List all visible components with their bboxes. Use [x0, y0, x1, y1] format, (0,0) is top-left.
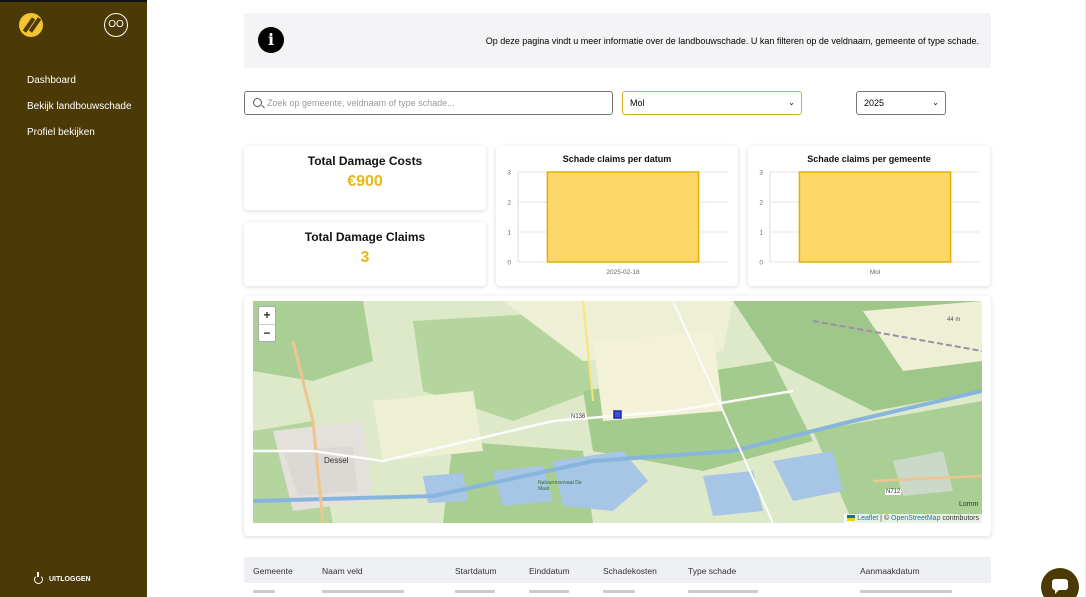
cell-placeholder [860, 590, 952, 593]
year-select-value: 2025 [864, 98, 885, 108]
total-claims-card: Total Damage Claims 3 [244, 222, 486, 286]
cell-placeholder [529, 590, 569, 593]
sidebar-nav: Dashboard Bekijk landbouwschade Profiel … [27, 75, 132, 153]
chevron-down-icon: ⌄ [788, 98, 795, 107]
cell-placeholder [603, 590, 635, 593]
chevron-down-icon: ⌄ [932, 98, 939, 107]
info-text: Op deze pagina vindt u meer informatie o… [485, 36, 979, 46]
map-label-dessel: Dessel [324, 456, 349, 465]
chart-svg: 0 1 2 3 Mol [759, 170, 980, 276]
total-costs-title: Total Damage Costs [307, 154, 423, 168]
y-tick-label: 2 [507, 200, 511, 207]
total-claims-value: 3 [360, 249, 370, 266]
cell-placeholder [455, 590, 495, 593]
chart-bar[interactable] [798, 171, 952, 263]
map-label-natuur: Natuurreservaat De Maat [538, 480, 582, 492]
column-header-startdatum[interactable]: Startdatum [455, 566, 497, 576]
map-label-peak: 44 m [947, 317, 961, 323]
y-tick-label: 3 [507, 170, 511, 177]
map-tiles [253, 301, 982, 523]
zoom-out-button[interactable]: − [259, 324, 275, 341]
gemeente-select-value: Mol [630, 98, 645, 108]
chat-button[interactable] [1041, 568, 1079, 597]
logout-label: UITLOGGEN [49, 576, 91, 583]
sidebar-item-profiel[interactable]: Profiel bekijken [27, 127, 132, 153]
column-header-gemeente[interactable]: Gemeente [253, 566, 293, 576]
leaflet-link[interactable]: Leaflet [857, 515, 878, 522]
column-header-aanmaakdatum[interactable]: Aanmaakdatum [860, 566, 920, 576]
chart-claims-per-datum: Schade claims per datum 0 1 2 3 2025-02-18 [496, 146, 738, 286]
search-input[interactable] [267, 95, 607, 111]
sidebar: OO Dashboard Bekijk landbouwschade Profi… [0, 0, 147, 597]
zoom-in-button[interactable]: + [259, 307, 275, 324]
app-logo[interactable] [19, 13, 43, 37]
search-icon [253, 98, 262, 107]
map-zoom-control: + − [258, 306, 276, 342]
total-costs-card: Total Damage Costs €900 [244, 146, 486, 210]
cell-placeholder [322, 590, 404, 593]
gemeente-select[interactable]: Mol ⌄ [622, 91, 802, 115]
column-header-naam-veld[interactable]: Naam veld [322, 566, 363, 576]
map-label-lommel: Lomm [959, 501, 979, 508]
column-header-schadekosten[interactable]: Schadekosten [603, 566, 657, 576]
column-header-einddatum[interactable]: Einddatum [529, 566, 570, 576]
map-card: + − Dessel N136 N712 Lomm 44 m Natuurres… [244, 296, 991, 536]
info-icon: i [258, 27, 284, 53]
cell-placeholder [253, 590, 275, 593]
search-field[interactable] [244, 91, 613, 115]
chart-claims-per-gemeente: Schade claims per gemeente 0 1 2 3 Mol [748, 146, 990, 286]
sidebar-item-landbouwschade[interactable]: Bekijk landbouwschade [27, 101, 132, 127]
cell-placeholder [688, 590, 758, 593]
x-tick-label: 2025-02-18 [606, 269, 640, 276]
map-label-n712: N712 [885, 489, 902, 495]
power-icon [34, 572, 43, 584]
table-row[interactable] [244, 590, 991, 597]
avatar[interactable]: OO [104, 13, 128, 37]
damage-table-header: Gemeente Naam veld Startdatum Einddatum … [244, 557, 991, 583]
y-tick-label: 3 [759, 170, 763, 177]
chart-svg: 0 1 2 3 2025-02-18 [507, 170, 728, 276]
total-costs-value: €900 [347, 173, 383, 190]
map-attribution: Leaflet | © OpenStreetMap contributors [844, 514, 982, 523]
y-tick-label: 1 [759, 230, 763, 237]
total-claims-title: Total Damage Claims [304, 230, 426, 244]
y-tick-label: 0 [759, 260, 763, 267]
column-header-type-schade[interactable]: Type schade [688, 566, 736, 576]
chart-bar[interactable] [546, 171, 700, 263]
ukraine-flag-icon [847, 515, 856, 521]
y-tick-label: 1 [507, 230, 511, 237]
y-tick-label: 0 [507, 260, 511, 267]
sidebar-item-dashboard[interactable]: Dashboard [27, 75, 132, 101]
logout-button[interactable]: UITLOGGEN [34, 572, 91, 584]
attribution-tail: contributors [940, 515, 979, 522]
y-tick-label: 2 [759, 200, 763, 207]
chat-bubble-icon [1052, 579, 1068, 594]
attribution-separator: | © [878, 515, 892, 522]
osm-link[interactable]: OpenStreetMap [891, 515, 940, 522]
map[interactable]: + − Dessel N136 N712 Lomm 44 m Natuurres… [253, 301, 982, 523]
x-tick-label: Mol [870, 269, 881, 276]
year-select[interactable]: 2025 ⌄ [856, 91, 946, 115]
map-label-n136: N136 [570, 414, 587, 420]
info-banner: i Op deze pagina vindt u meer informatie… [244, 13, 991, 68]
